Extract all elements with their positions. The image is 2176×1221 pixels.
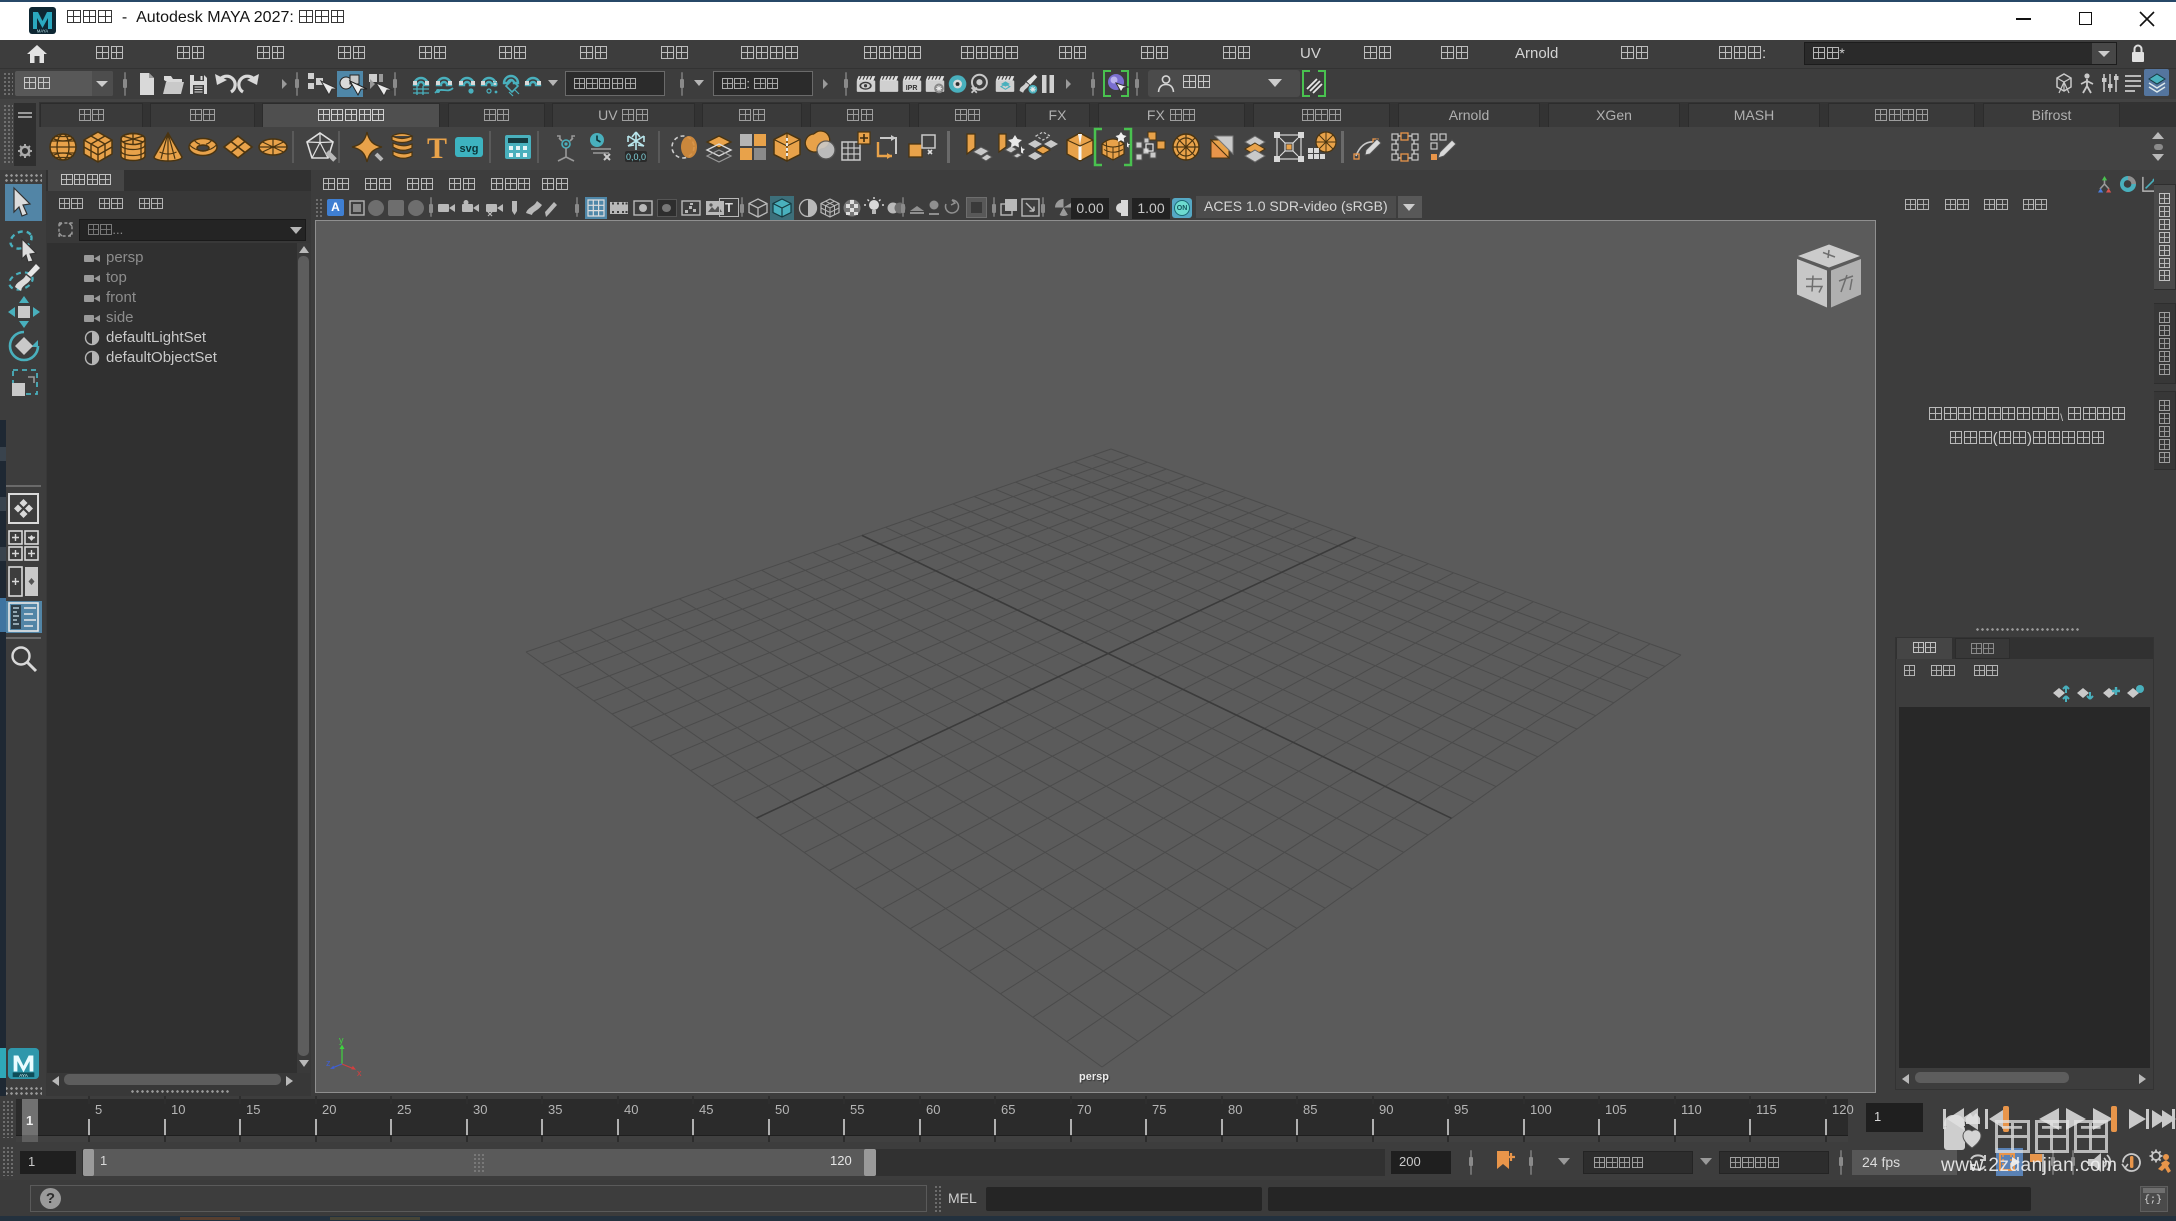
svg-text:T: T <box>427 132 447 165</box>
svg-text:MAYA: MAYA <box>37 29 48 34</box>
svg-text:0,0,0: 0,0,0 <box>626 152 646 162</box>
svg-text:IPR: IPR <box>906 85 918 92</box>
svg-text:y: y <box>339 1035 344 1045</box>
svg-text:x: x <box>357 1068 362 1078</box>
svg-text:z: z <box>326 1058 331 1068</box>
svg-text:AYA: AYA <box>19 1073 29 1078</box>
svg-text:svg: svg <box>460 143 479 155</box>
